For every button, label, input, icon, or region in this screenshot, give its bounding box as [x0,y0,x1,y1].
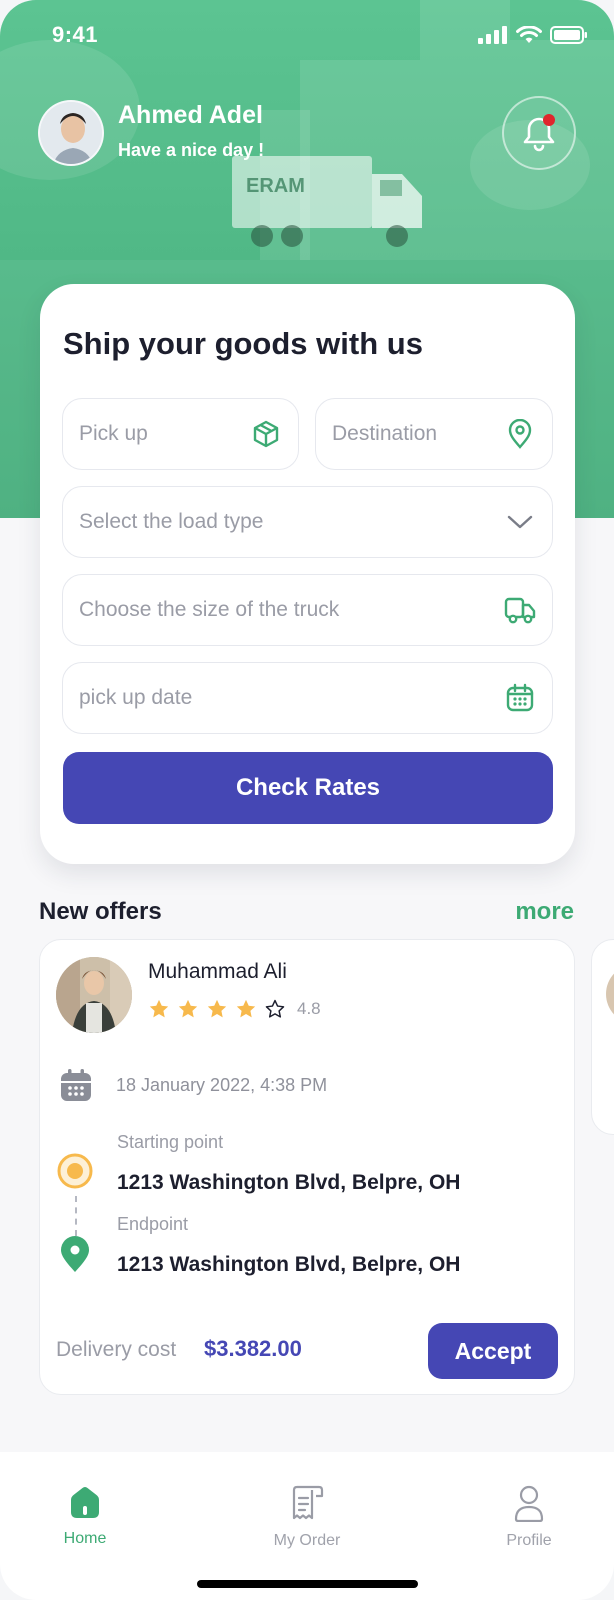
status-time: 9:41 [52,22,99,47]
rating-value: 4.8 [297,999,321,1018]
start-point-label: Starting point [117,1132,224,1152]
driver-rating: 4.8 [148,998,321,1020]
start-address: 1213 Washington Blvd, Belpre, OH [117,1171,461,1194]
pickup-date-field[interactable]: pick up date [62,662,553,734]
offer-card[interactable]: Muhammad Ali 4.8 18 January 2022, 4:38 P… [39,939,575,1395]
truck-icon [504,594,536,626]
calendar-icon [61,1069,91,1101]
ship-form-card: Ship your goods with us Pick up Destinat… [40,284,575,864]
package-icon [250,418,282,450]
driver-name: Muhammad Ali [148,960,287,983]
star-filled-icon [207,999,227,1018]
truck-size-placeholder: Choose the size of the truck [79,598,340,621]
pickup-field[interactable]: Pick up [62,398,299,470]
next-offer-card[interactable] [591,939,614,1135]
offer-date-row: 18 January 2022, 4:38 PM [60,1068,327,1102]
notification-dot [543,114,555,126]
battery-icon [550,26,587,44]
load-type-select[interactable]: Select the load type [62,486,553,558]
check-rates-button[interactable]: Check Rates [63,752,553,824]
tab-my-order[interactable]: My Order [247,1484,367,1550]
tab-profile[interactable]: Profile [469,1484,589,1550]
end-address: 1213 Washington Blvd, Belpre, OH [117,1253,461,1276]
user-icon [514,1485,544,1522]
notifications-button[interactable] [502,96,576,170]
tab-home[interactable]: Home [25,1484,145,1548]
star-filled-icon [178,999,198,1018]
chevron-down-icon [504,506,536,538]
route-connector [75,1196,77,1236]
bottom-tab-bar: Home My Order Profile [0,1452,614,1600]
end-point-icon [61,1236,89,1272]
pickup-date-placeholder: pick up date [79,686,193,709]
status-bar: 9:41 [0,0,614,70]
driver-avatar [606,964,614,1024]
location-pin-icon [504,418,536,450]
greeting-text: Have a nice day ! [118,140,265,160]
more-offers-link[interactable]: more [515,898,574,926]
status-icons [478,26,588,44]
offer-date: 18 January 2022, 4:38 PM [116,1074,328,1095]
home-indicator [197,1580,418,1588]
tab-home-label: Home [63,1530,107,1547]
destination-placeholder: Destination [332,422,438,445]
tab-profile-label: Profile [506,1532,552,1549]
destination-field[interactable]: Destination [315,398,553,470]
delivery-cost-value: $3.382.00 [204,1336,302,1361]
calendar-icon [504,682,536,714]
user-avatar[interactable] [38,100,104,166]
driver-photo-icon [56,957,132,1033]
phone-screen: ERAM 9:41 Ahmed Adel Have a nice day ! S… [0,0,614,1600]
end-point-label: Endpoint [117,1214,189,1234]
ship-form-title: Ship your goods with us [63,326,423,361]
new-offers-title: New offers [39,898,162,925]
cellular-signal-icon [478,26,507,44]
pickup-placeholder: Pick up [79,422,148,445]
star-filled-icon [149,999,169,1018]
star-filled-icon [236,999,256,1018]
truck-size-field[interactable]: Choose the size of the truck [62,574,553,646]
truck-illustration: ERAM [232,156,422,247]
receipt-icon [292,1485,324,1520]
load-type-placeholder: Select the load type [79,510,264,533]
accept-button[interactable]: Accept [428,1323,558,1379]
start-point-icon [57,1153,93,1189]
wifi-icon [516,26,542,43]
truck-brand-text: ERAM [246,175,305,197]
tab-my-order-label: My Order [273,1532,341,1549]
home-icon [71,1487,99,1518]
user-name: Ahmed Adel [118,101,263,129]
bell-icon [523,114,555,152]
star-outline-icon [265,999,285,1018]
delivery-cost-label: Delivery cost [56,1338,177,1361]
driver-avatar [56,957,132,1033]
